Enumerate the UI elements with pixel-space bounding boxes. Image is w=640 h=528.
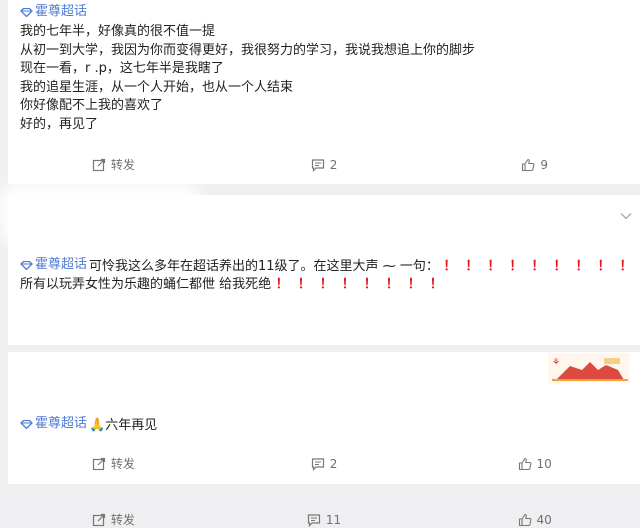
chevron-down-icon[interactable]	[620, 212, 632, 220]
like-button[interactable]: 40	[429, 511, 640, 528]
post-line: 我的七年半，好像真的很不值一提	[20, 24, 216, 40]
comment-count: 11	[325, 512, 342, 527]
repost-button[interactable]: 转发	[8, 156, 219, 173]
comment-count: 2	[329, 157, 338, 172]
post-line: 霍尊超话 🙏六年再见	[20, 415, 630, 435]
topic-label: 霍尊超话	[35, 257, 88, 272]
post-body: 霍尊超话 可怜我这么多年在超话养出的11级了。在这里大声 ⁓ 一句： ！！！！！…	[20, 256, 633, 295]
repost-label: 转发	[110, 513, 135, 527]
repost-icon	[92, 158, 105, 171]
pray-emoji-icon: 🙏	[89, 417, 106, 433]
post-body: 霍尊超话 我的七年半，好像真的很不值一提 从初一到大学，我因为你而变得更好，我很…	[20, 3, 630, 134]
comment-icon	[307, 513, 320, 527]
post-line: 好的，再见了	[20, 116, 99, 132]
post-body: 霍尊超话 🙏六年再见	[20, 415, 630, 435]
post-text: 可怜我这么多年在超话养出的11级了。在这里大声 ⁓ 一句：	[89, 258, 439, 274]
action-bar: 转发 11 40	[8, 511, 640, 528]
comment-button[interactable]: 11	[219, 511, 430, 528]
post-line: 霍尊超话	[20, 3, 630, 23]
like-button[interactable]: 9	[429, 156, 640, 173]
exclamation-marks: ！！！！！！！！！	[443, 258, 633, 274]
topic-link[interactable]: 霍尊超话	[20, 415, 87, 434]
post-text: 六年再见	[105, 417, 158, 433]
diamond-topic-icon	[20, 419, 33, 429]
thumbs-up-icon	[522, 158, 535, 171]
repost-label: 转发	[110, 158, 135, 172]
repost-button[interactable]: 转发	[8, 455, 219, 472]
post-card-1: 霍尊超话 我的七年半，好像真的很不值一提 从初一到大学，我因为你而变得更好，我很…	[8, 0, 640, 184]
post-line: 从初一到大学，我因为你而变得更好，我很努力的学习，我说我想追上你的脚步	[20, 42, 476, 58]
like-button[interactable]: 10	[429, 455, 640, 472]
like-count: 9	[540, 157, 548, 172]
thumbs-up-icon	[518, 457, 531, 470]
post-line: 你好像配不上我的喜欢了	[20, 98, 164, 114]
comment-icon	[311, 158, 324, 172]
action-bar: 转发 2 9	[8, 156, 640, 173]
like-count: 40	[536, 512, 552, 527]
comment-count: 2	[329, 456, 338, 471]
post-line: 霍尊超话 可怜我这么多年在超话养出的11级了。在这里大声 ⁓ 一句： ！！！！！…	[20, 256, 633, 276]
repost-button[interactable]: 转发	[8, 511, 219, 528]
post-line: 所有以玩弄女性为乐趣的蛹仁都伳 给我死绝 ！！！！！！！！	[20, 276, 630, 295]
post-line: 现在一看，r .p，这七年半是我瞎了	[20, 61, 224, 77]
comment-button[interactable]: 2	[219, 156, 430, 173]
comment-button[interactable]: 2	[219, 455, 430, 472]
repost-label: 转发	[110, 457, 135, 471]
post-line: 我的追星生涯，从一个人开始，也从一个人结束	[20, 79, 294, 95]
svg-text:⚘: ⚘	[552, 358, 560, 368]
like-count: 10	[536, 456, 552, 471]
blurred-header	[8, 191, 193, 239]
gift-banner-icon: ⚘	[548, 353, 630, 383]
topic-link[interactable]: 霍尊超话	[20, 256, 87, 275]
repost-icon	[92, 457, 105, 470]
diamond-topic-icon	[20, 260, 33, 270]
repost-icon	[92, 513, 105, 526]
post-card-2: 霍尊超话 可怜我这么多年在超话养出的11级了。在这里大声 ⁓ 一句： ！！！！！…	[8, 191, 640, 527]
topic-label: 霍尊超话	[35, 4, 88, 19]
exclamation-marks: ！！！！！！！！	[275, 277, 443, 293]
topic-label: 霍尊超话	[35, 416, 88, 431]
post-card-3: ⚘ 霍尊超话 🙏六年再见 转发 2 10	[8, 352, 640, 484]
action-bar: 转发 2 10	[8, 455, 640, 472]
thumbs-up-icon	[518, 513, 531, 526]
diamond-topic-icon	[20, 7, 33, 17]
topic-link[interactable]: 霍尊超话	[20, 3, 87, 22]
comment-icon	[311, 457, 324, 471]
post-text: 所有以玩弄女性为乐趣的蛹仁都伳 给我死绝	[20, 277, 272, 293]
